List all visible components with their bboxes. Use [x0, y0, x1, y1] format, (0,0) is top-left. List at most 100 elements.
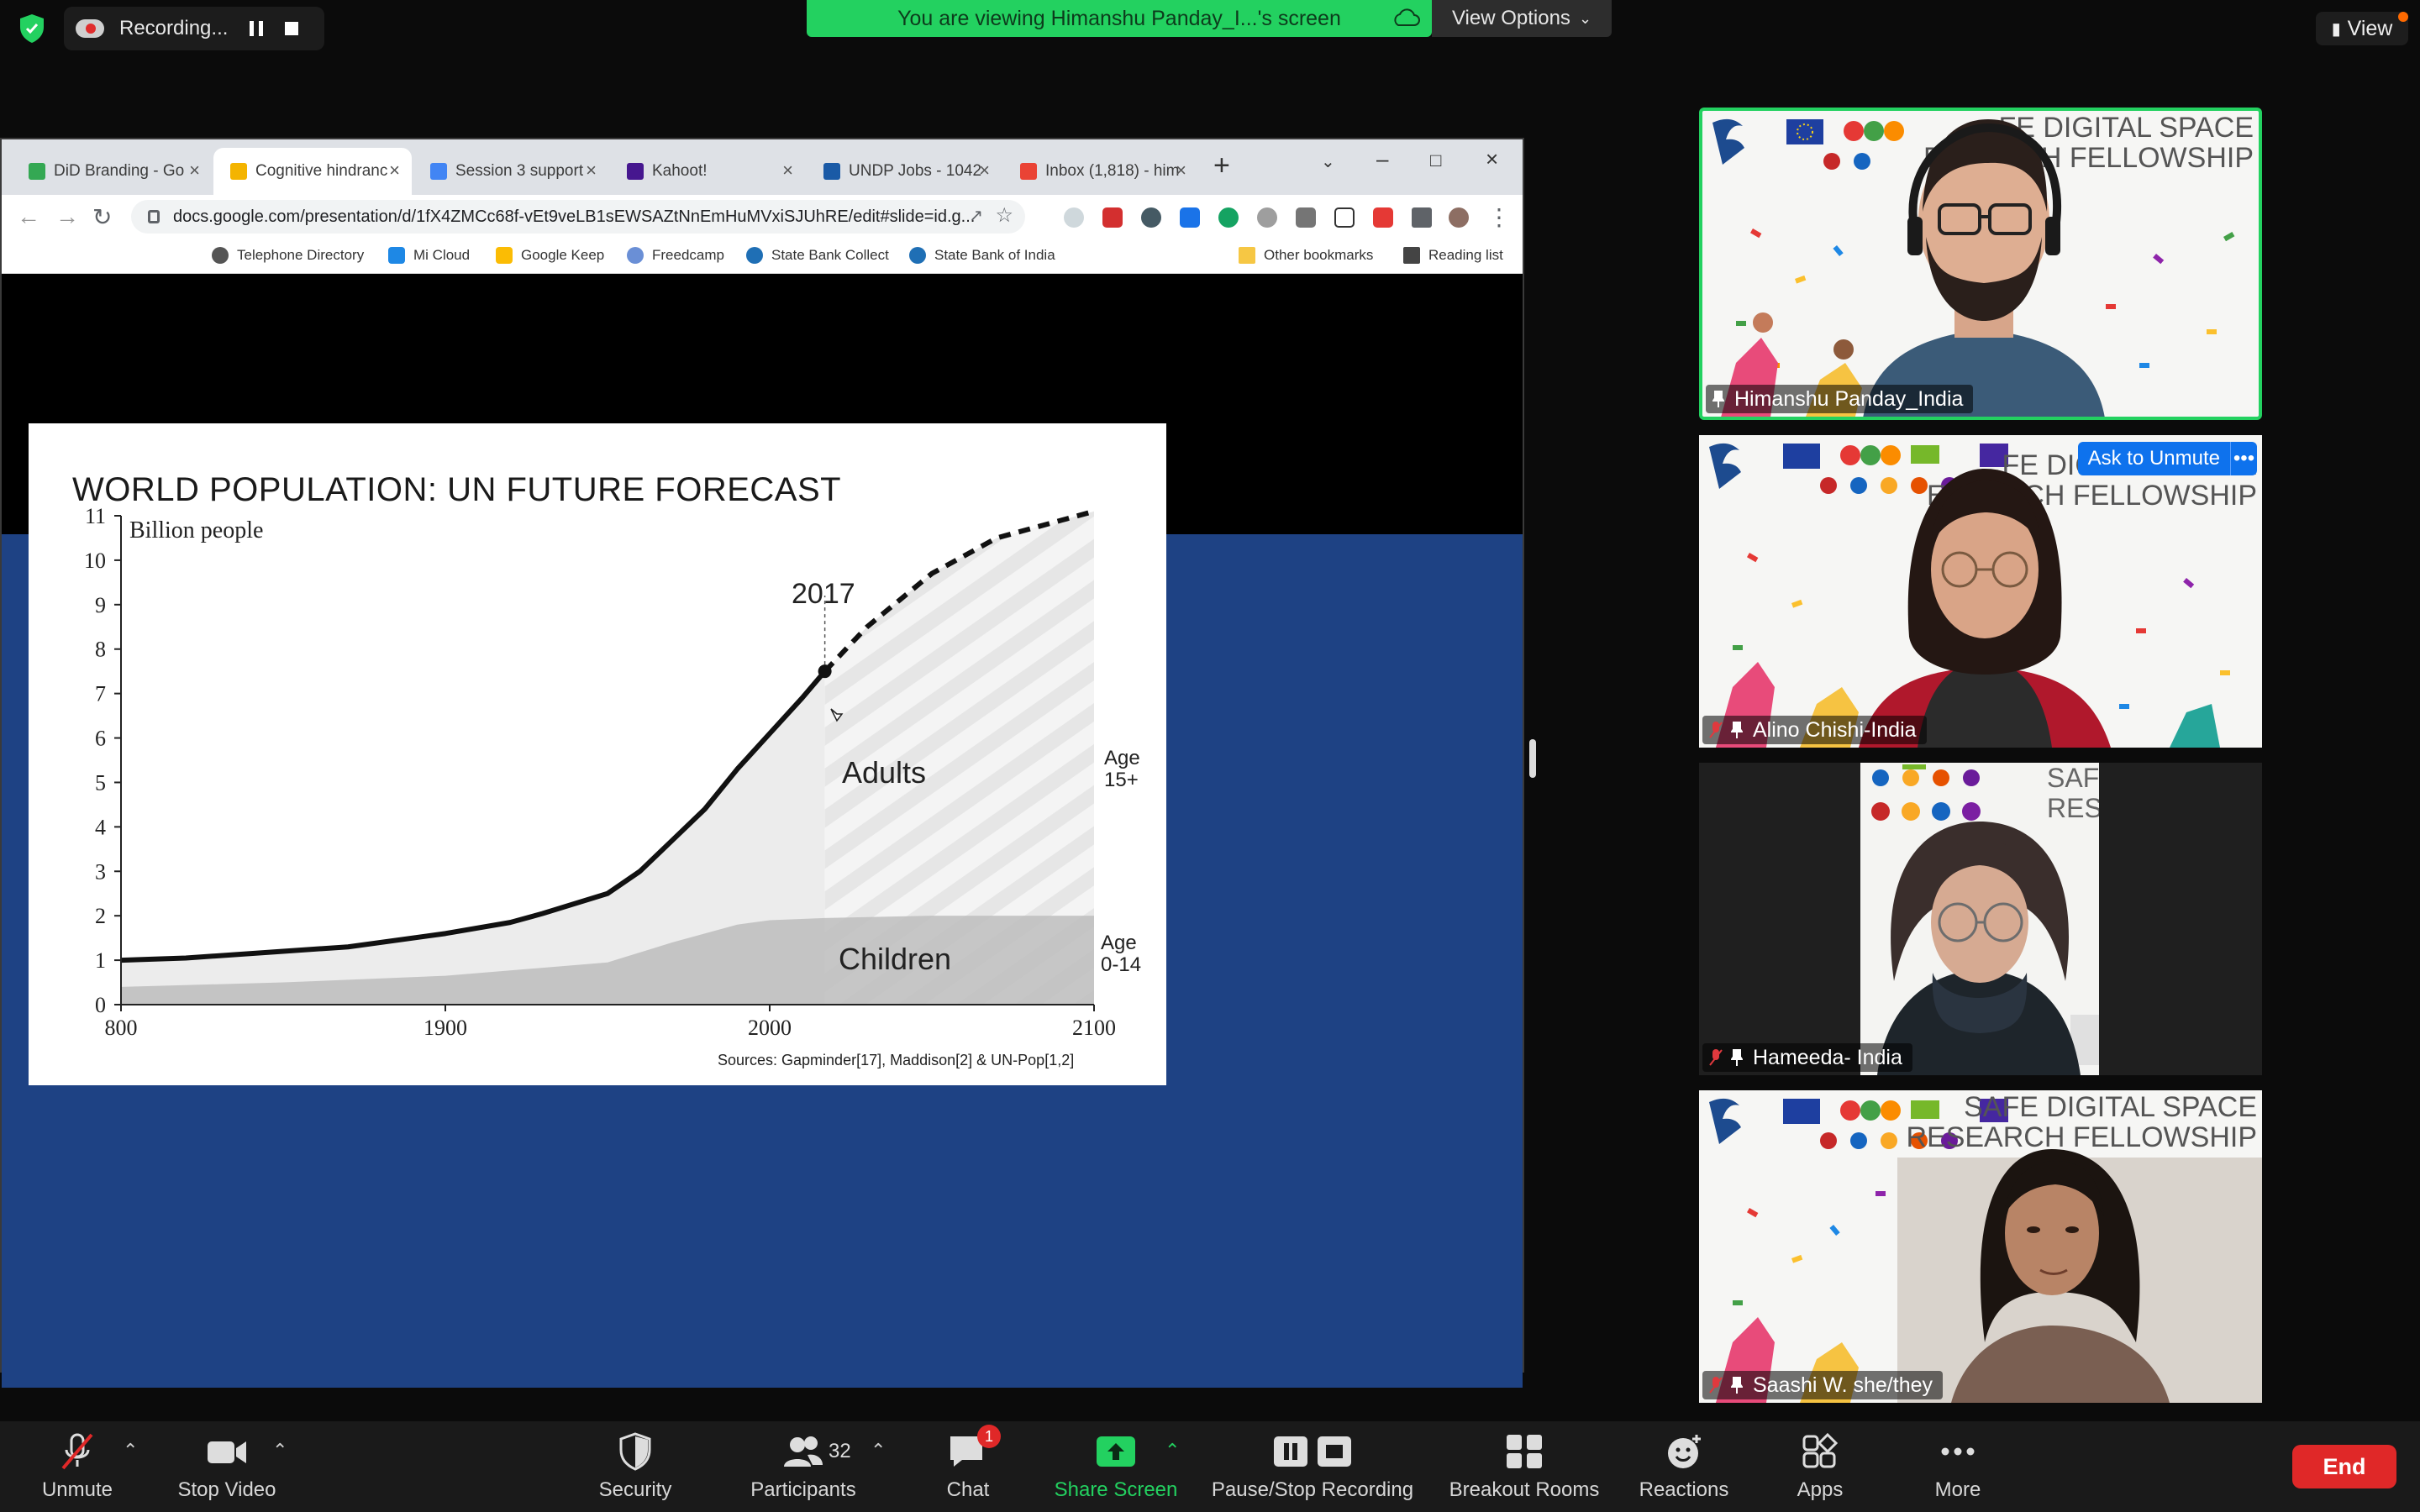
tab-search-icon[interactable]: ⌄ [1321, 151, 1335, 172]
video-tile[interactable]: SAFE RESEA Hameeda- India [1699, 763, 2262, 1075]
stop-video-button[interactable]: Stop Video [165, 1421, 289, 1512]
video-tile[interactable]: FE DIGITAL SPACE ESEARCH FELLOWSHIP Ask … [1699, 435, 2262, 748]
breakout-rooms-icon [1507, 1435, 1542, 1468]
participants-button[interactable]: Participants [738, 1421, 869, 1512]
apps-button[interactable]: Apps [1780, 1421, 1860, 1512]
tile-banner-text: SAFE RESEA [2047, 763, 2099, 823]
close-tab-icon[interactable]: × [782, 160, 793, 181]
forward-icon[interactable]: → [55, 203, 79, 230]
extension-icon[interactable] [1373, 207, 1393, 228]
bookmark-item[interactable]: Freedcamp [627, 247, 724, 264]
bookmark-label: State Bank Collect [771, 247, 889, 263]
tile-more-options-button[interactable]: ••• [2230, 442, 2257, 475]
bookmark-folder[interactable]: Other bookmarks [1239, 247, 1373, 264]
end-meeting-button[interactable]: End [2292, 1445, 2396, 1488]
kebab-menu-icon[interactable]: ⋮ [1487, 203, 1511, 231]
more-dots-icon [1941, 1447, 1975, 1456]
bookmark-item[interactable]: State Bank of India [909, 247, 1055, 264]
stop-recording-icon[interactable] [285, 22, 299, 35]
mic-muted-icon [1709, 1049, 1723, 1066]
y-tick-label: 2 [95, 904, 106, 928]
child-age-label: Age [1101, 932, 1137, 954]
slide-image: WORLD POPULATION: UN FUTURE FORECAST Bil… [29, 423, 1166, 1085]
extension-icon[interactable] [1064, 207, 1084, 228]
view-options-button[interactable]: View Options ⌄ [1432, 0, 1612, 37]
close-tab-icon[interactable]: × [586, 160, 597, 181]
undp-favicon-icon [823, 163, 840, 180]
ask-to-unmute-button[interactable]: Ask to Unmute [2077, 442, 2230, 475]
chart-title: WORLD POPULATION: UN FUTURE FORECAST [72, 471, 841, 508]
browser-tab[interactable]: Session 3 support × [413, 148, 608, 195]
minimize-icon[interactable]: – [1376, 146, 1388, 172]
browser-toolbar: ← → ↻ docs.google.com/presentation/d/1fX… [2, 195, 1523, 239]
extension-icon[interactable] [1296, 207, 1316, 228]
slides-favicon-icon [230, 163, 247, 180]
reload-icon[interactable]: ↻ [92, 203, 112, 231]
participant-video-himanshu [1721, 119, 2235, 417]
close-tab-icon[interactable]: × [389, 160, 400, 181]
share-icon[interactable]: ↗ [969, 205, 983, 226]
pause-recording-icon[interactable] [250, 21, 264, 36]
kahoot-favicon-icon [627, 163, 644, 180]
shared-screen-browser: DiD Branding - Go × Cognitive hindranc ×… [0, 138, 1524, 1388]
recording-indicator: Recording... [64, 7, 324, 50]
participant-video-hameeda: SAFE RESEA [1860, 763, 2099, 1075]
extension-icon[interactable] [1180, 207, 1200, 228]
y-tick-label: 0 [95, 993, 106, 1017]
participant-name-tag: Himanshu Panday_India [1706, 385, 1974, 413]
share-options-chevron-icon[interactable]: ⌃ [1165, 1440, 1180, 1462]
address-bar[interactable]: docs.google.com/presentation/d/1fX4ZMCc6… [131, 200, 1025, 234]
adblock-icon[interactable] [1257, 207, 1277, 228]
video-tile-active-speaker[interactable]: FE DIGITAL SPACE ESEARCH FELLOWSHIP Hima… [1699, 108, 2262, 420]
keep-icon [496, 247, 513, 264]
bookmark-star-icon[interactable]: ☆ [995, 203, 1013, 228]
browser-tab[interactable]: Kahoot! × [610, 148, 805, 195]
browser-tab[interactable]: Inbox (1,818) - him × [1003, 148, 1198, 195]
close-tab-icon[interactable]: × [189, 160, 200, 181]
chat-button[interactable]: 1 Chat [931, 1421, 1005, 1512]
extension-icon[interactable] [1102, 207, 1123, 228]
browser-tab-active[interactable]: Cognitive hindranc × [213, 148, 412, 195]
audio-options-chevron-icon[interactable]: ⌃ [123, 1440, 138, 1462]
bookmark-item[interactable]: Telephone Directory [212, 247, 364, 264]
reactions-button[interactable]: Reactions [1634, 1421, 1734, 1512]
tab-label: Inbox (1,818) - him [1045, 162, 1180, 180]
security-button[interactable]: Security [587, 1421, 684, 1512]
browser-tab[interactable]: DiD Branding - Go × [12, 148, 212, 195]
participant-name: Alino Chishi-India [1753, 717, 1917, 742]
cloud-icon [1394, 8, 1420, 26]
extension-icon[interactable] [1141, 207, 1161, 228]
close-tab-icon[interactable]: × [979, 160, 990, 181]
close-window-icon[interactable]: × [1486, 146, 1498, 172]
view-layout-button[interactable]: ▮ View [2316, 12, 2408, 45]
security-shield-icon[interactable] [18, 13, 45, 44]
adult-age-label: Age [1104, 747, 1140, 769]
adult-age-range: 15+ [1104, 769, 1139, 791]
unmute-button[interactable]: Unmute [34, 1421, 121, 1512]
sbi-icon [746, 247, 763, 264]
pin-icon [1731, 722, 1743, 738]
grammarly-icon[interactable] [1218, 207, 1239, 228]
puzzle-extensions-icon[interactable] [1412, 207, 1432, 228]
hindi-input-icon[interactable] [1334, 207, 1355, 228]
bookmark-item[interactable]: State Bank Collect [746, 247, 889, 264]
video-options-chevron-icon[interactable]: ⌃ [272, 1440, 287, 1462]
profile-avatar[interactable] [1449, 207, 1469, 228]
pause-stop-recording-button[interactable]: Pause/Stop Recording [1203, 1421, 1422, 1512]
share-screen-icon [1097, 1436, 1135, 1467]
maximize-icon[interactable]: □ [1430, 150, 1441, 171]
video-tile[interactable]: SAFE DIGITAL SPACE RESEARCH FELLOWSHIP S… [1699, 1090, 2262, 1403]
reading-list[interactable]: Reading list [1403, 247, 1503, 264]
more-button[interactable]: More [1919, 1421, 1996, 1512]
participants-options-chevron-icon[interactable]: ⌃ [871, 1440, 886, 1462]
bookmark-item[interactable]: Google Keep [496, 247, 604, 264]
close-tab-icon[interactable]: × [1176, 160, 1186, 181]
split-resize-handle[interactable] [1529, 739, 1536, 778]
bookmark-item[interactable]: Mi Cloud [388, 247, 470, 264]
breakout-rooms-button[interactable]: Breakout Rooms [1442, 1421, 1607, 1512]
browser-tab[interactable]: UNDP Jobs - 1042 × [807, 148, 1002, 195]
back-icon[interactable]: ← [17, 203, 40, 230]
new-tab-icon[interactable]: + [1213, 150, 1230, 182]
y-tick-label: 7 [95, 682, 106, 706]
share-screen-button[interactable]: Share Screen [1045, 1421, 1186, 1512]
